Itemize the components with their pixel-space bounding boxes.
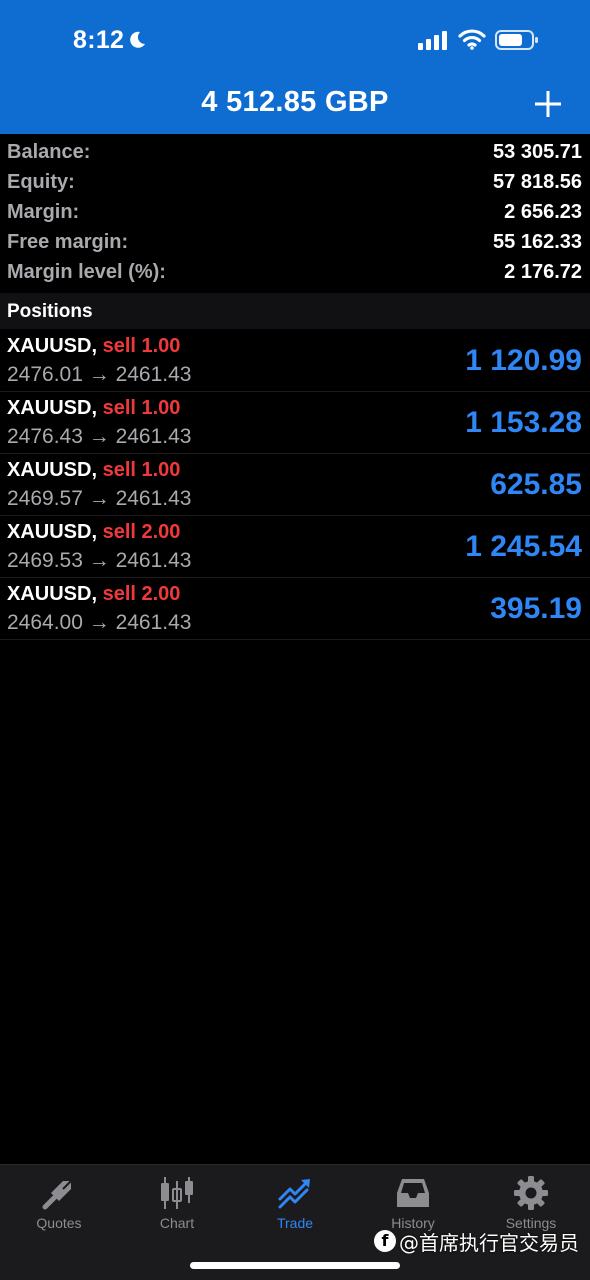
position-symbol-line: XAUUSD, sell 1.00 <box>7 397 180 420</box>
position-symbol-line: XAUUSD, sell 2.00 <box>7 583 180 606</box>
candlestick-icon <box>161 1177 193 1209</box>
position-row[interactable]: XAUUSD, sell 2.00 2464.00 → 2461.43 395.… <box>0 578 590 640</box>
summary-value: 2 656.23 <box>504 201 582 223</box>
account-summary: Balance: 53 305.71 Equity: 57 818.56 Mar… <box>0 138 590 288</box>
position-profit: 1 153.28 <box>465 406 582 439</box>
add-order-button[interactable] <box>534 90 562 118</box>
position-symbol-line: XAUUSD, sell 2.00 <box>7 521 180 544</box>
home-indicator[interactable] <box>190 1262 400 1269</box>
wifi-icon <box>458 29 486 50</box>
tab-quotes[interactable]: Quotes <box>0 1165 118 1245</box>
position-row[interactable]: XAUUSD, sell 2.00 2469.53 → 2461.43 1 24… <box>0 516 590 578</box>
summary-label: Margin: <box>7 201 80 223</box>
tab-chart[interactable]: Chart <box>118 1165 236 1245</box>
position-profit: 625.85 <box>490 468 582 501</box>
summary-label: Margin level (%): <box>7 261 166 283</box>
summary-row-balance: Balance: 53 305.71 <box>0 138 590 168</box>
position-profit: 1 120.99 <box>465 344 582 377</box>
positions-title: Positions <box>7 301 93 322</box>
position-side: sell 2.00 <box>102 521 181 543</box>
position-symbol-line: XAUUSD, sell 1.00 <box>7 459 180 482</box>
status-time: 8:12 <box>73 26 125 54</box>
trade-icon <box>278 1179 310 1209</box>
summary-row-equity: Equity: 57 818.56 <box>0 168 590 198</box>
summary-label: Balance: <box>7 141 91 163</box>
position-side: sell 1.00 <box>102 335 181 357</box>
position-prices: 2469.57 → 2461.43 <box>7 487 192 510</box>
summary-value: 55 162.33 <box>493 231 582 253</box>
position-profit: 395.19 <box>490 592 582 625</box>
summary-value: 2 176.72 <box>504 261 582 283</box>
position-prices: 2464.00 → 2461.43 <box>7 611 192 634</box>
position-symbol: XAUUSD, <box>7 583 98 605</box>
tab-label: Chart <box>159 1215 195 1231</box>
position-row[interactable]: XAUUSD, sell 1.00 2476.01 → 2461.43 1 12… <box>0 330 590 392</box>
inbox-icon <box>397 1179 429 1207</box>
gear-icon <box>514 1176 548 1210</box>
summary-label: Free margin: <box>7 231 129 253</box>
position-row[interactable]: XAUUSD, sell 1.00 2469.57 → 2461.43 625.… <box>0 454 590 516</box>
summary-row-free-margin: Free margin: 55 162.33 <box>0 228 590 258</box>
position-symbol: XAUUSD, <box>7 335 98 357</box>
position-symbol-line: XAUUSD, sell 1.00 <box>7 335 180 358</box>
summary-value: 53 305.71 <box>493 141 582 163</box>
battery-icon <box>495 30 538 50</box>
position-prices: 2476.01 → 2461.43 <box>7 363 192 386</box>
summary-row-margin-level: Margin level (%): 2 176.72 <box>0 258 590 288</box>
account-profit-title: 4 512.85 GBP <box>201 86 389 118</box>
position-prices: 2469.53 → 2461.43 <box>7 549 192 572</box>
tab-label: Quotes <box>36 1215 82 1231</box>
watermark-text: @首席执行官交易员 <box>399 1230 579 1255</box>
positions-section-header: Positions <box>0 293 590 329</box>
summary-label: Equity: <box>7 171 75 193</box>
tab-trade[interactable]: Trade <box>236 1165 354 1245</box>
app-header: 8:12 4 512.85 GBP <box>0 0 590 134</box>
status-bar: 8:12 <box>0 0 590 80</box>
position-side: sell 1.00 <box>102 397 181 419</box>
watermark: f @首席执行官交易员 <box>374 1228 579 1255</box>
facebook-icon: f <box>374 1230 396 1252</box>
position-side: sell 1.00 <box>102 459 181 481</box>
position-row[interactable]: XAUUSD, sell 1.00 2476.43 → 2461.43 1 15… <box>0 392 590 454</box>
position-prices: 2476.43 → 2461.43 <box>7 425 192 448</box>
tab-label: Trade <box>276 1215 314 1231</box>
position-side: sell 2.00 <box>102 583 181 605</box>
cellular-signal-icon <box>418 31 447 50</box>
positions-list: XAUUSD, sell 1.00 2476.01 → 2461.43 1 12… <box>0 330 590 640</box>
position-symbol: XAUUSD, <box>7 397 98 419</box>
position-symbol: XAUUSD, <box>7 459 98 481</box>
summary-row-margin: Margin: 2 656.23 <box>0 198 590 228</box>
position-profit: 1 245.54 <box>465 530 582 563</box>
position-symbol: XAUUSD, <box>7 521 98 543</box>
summary-value: 57 818.56 <box>493 171 582 193</box>
quotes-icon <box>42 1180 72 1210</box>
moon-icon <box>130 31 145 48</box>
